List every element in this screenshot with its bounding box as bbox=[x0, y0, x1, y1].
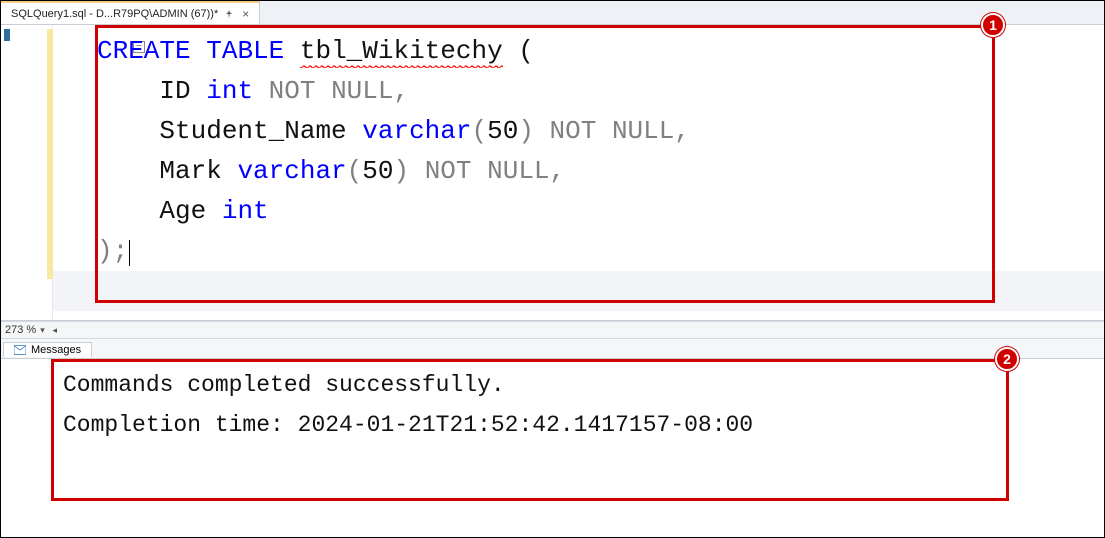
close-icon[interactable]: × bbox=[240, 8, 251, 20]
messages-line-3: Completion time: 2024-01-21T21:52:42.141… bbox=[63, 405, 1104, 445]
annotation-badge-2: 2 bbox=[995, 347, 1019, 371]
results-tab-row: Messages bbox=[1, 339, 1104, 359]
zoom-dropdown-icon[interactable]: ▾ bbox=[40, 325, 45, 336]
messages-line-1: Commands completed successfully. bbox=[63, 365, 1104, 405]
sql-editor: − CREATE TABLE tbl_Wikitechy ( ID int NO… bbox=[1, 25, 1104, 321]
annotation-badge-1: 1 bbox=[981, 13, 1005, 37]
messages-tab[interactable]: Messages bbox=[3, 342, 92, 357]
editor-gutter bbox=[1, 25, 53, 320]
current-line-highlight bbox=[53, 271, 1104, 311]
zoom-level[interactable]: 273 % bbox=[5, 324, 36, 336]
code-area[interactable]: − CREATE TABLE tbl_Wikitechy ( ID int NO… bbox=[53, 25, 1104, 320]
messages-icon bbox=[14, 345, 26, 355]
code-text: CREATE TABLE tbl_Wikitechy ( ID int NOT … bbox=[97, 31, 690, 271]
document-tab[interactable]: SQLQuery1.sql - D...R79PQ\ADMIN (67))* × bbox=[1, 1, 260, 24]
scroll-left-icon[interactable]: ◂ bbox=[49, 324, 61, 336]
messages-pane[interactable]: Commands completed successfully. Complet… bbox=[1, 359, 1104, 537]
document-tab-bar: SQLQuery1.sql - D...R79PQ\ADMIN (67))* × bbox=[1, 1, 1104, 25]
messages-tab-label: Messages bbox=[31, 344, 81, 356]
document-tab-title: SQLQuery1.sql - D...R79PQ\ADMIN (67))* bbox=[11, 8, 218, 20]
execution-indicator-icon bbox=[4, 29, 10, 41]
pin-icon bbox=[224, 9, 234, 19]
text-caret bbox=[129, 240, 130, 266]
zoom-bar: 273 % ▾ ◂ bbox=[1, 321, 1104, 339]
